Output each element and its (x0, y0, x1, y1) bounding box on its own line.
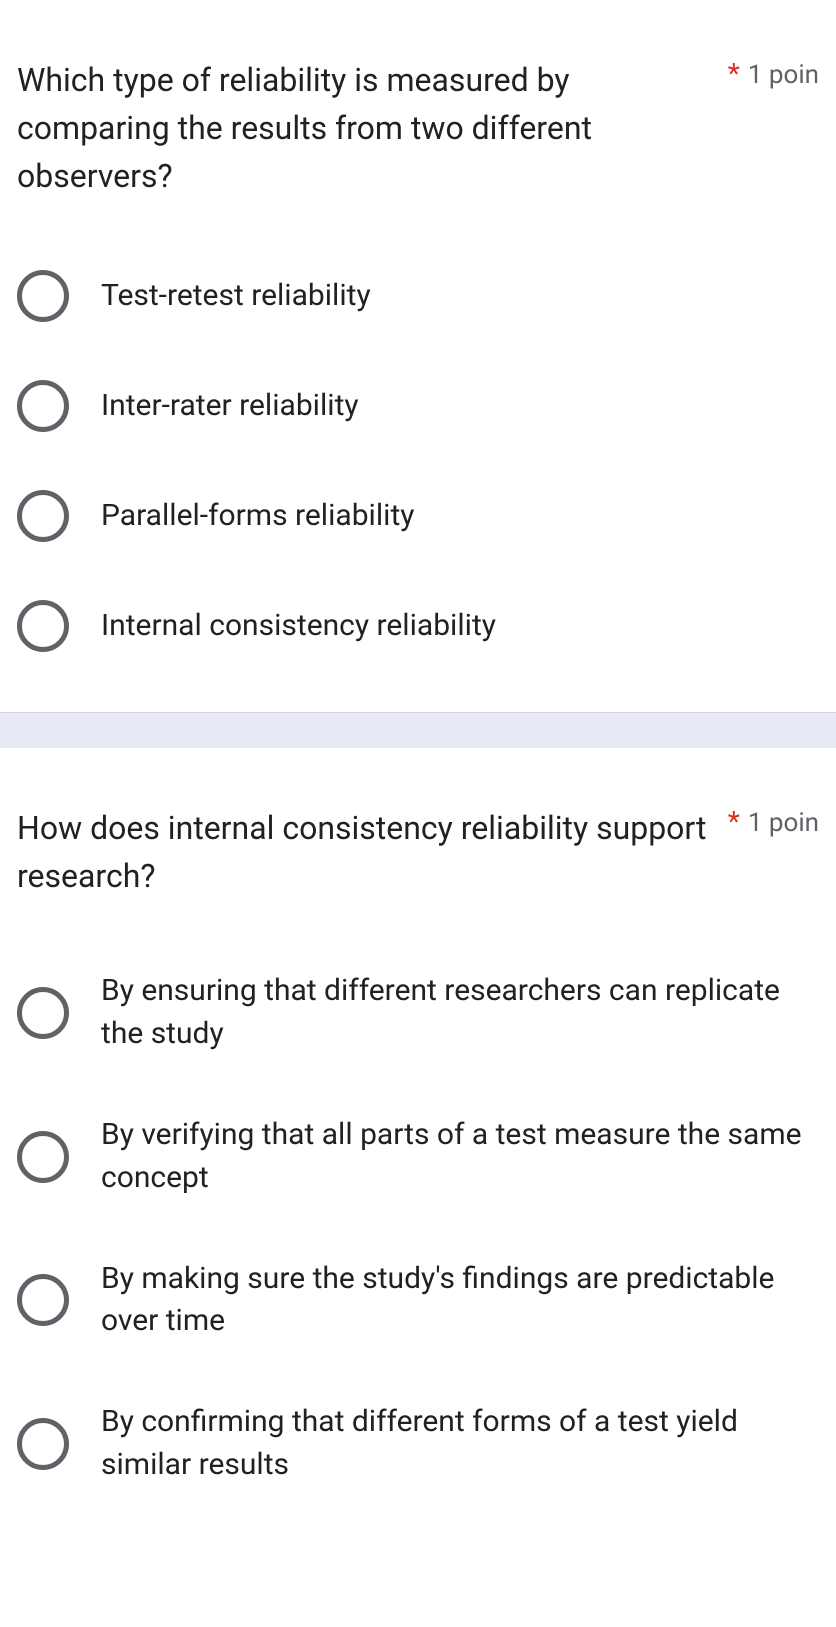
radio-option[interactable]: By ensuring that different researchers c… (17, 970, 819, 1056)
option-label: Internal consistency reliability (101, 605, 496, 648)
radio-icon (17, 1418, 69, 1470)
option-label: By making sure the study's findings are … (101, 1258, 819, 1344)
radio-icon (17, 600, 69, 652)
question-card: How does internal consistency reliabilit… (0, 748, 836, 1547)
option-label: Parallel-forms reliability (101, 495, 414, 538)
option-label: By confirming that different forms of a … (101, 1401, 819, 1487)
required-indicator: * (728, 60, 740, 88)
question-meta: * 1 poin (728, 804, 819, 838)
radio-icon (17, 270, 69, 322)
option-label: Test-retest reliability (101, 275, 371, 318)
radio-option[interactable]: By confirming that different forms of a … (17, 1401, 819, 1487)
question-header: How does internal consistency reliabilit… (17, 804, 819, 900)
radio-icon (17, 1274, 69, 1326)
radio-icon (17, 987, 69, 1039)
required-indicator: * (728, 808, 740, 836)
radio-icon (17, 490, 69, 542)
radio-option[interactable]: Inter-rater reliability (17, 380, 819, 432)
radio-option[interactable]: Internal consistency reliability (17, 600, 819, 652)
options-group: By ensuring that different researchers c… (17, 970, 819, 1487)
radio-option[interactable]: Parallel-forms reliability (17, 490, 819, 542)
question-meta: * 1 poin (728, 56, 819, 90)
option-label: By ensuring that different researchers c… (101, 970, 819, 1056)
radio-option[interactable]: By verifying that all parts of a test me… (17, 1114, 819, 1200)
radio-option[interactable]: Test-retest reliability (17, 270, 819, 322)
question-title: Which type of reliability is measured by… (17, 56, 728, 200)
points-label: 1 poin (748, 808, 819, 838)
radio-option[interactable]: By making sure the study's findings are … (17, 1258, 819, 1344)
divider (0, 712, 836, 748)
question-header: Which type of reliability is measured by… (17, 56, 819, 200)
points-label: 1 poin (748, 60, 819, 90)
question-title: How does internal consistency reliabilit… (17, 804, 728, 900)
option-label: By verifying that all parts of a test me… (101, 1114, 819, 1200)
radio-icon (17, 380, 69, 432)
option-label: Inter-rater reliability (101, 385, 359, 428)
question-card: Which type of reliability is measured by… (0, 0, 836, 712)
options-group: Test-retest reliability Inter-rater reli… (17, 270, 819, 652)
radio-icon (17, 1131, 69, 1183)
